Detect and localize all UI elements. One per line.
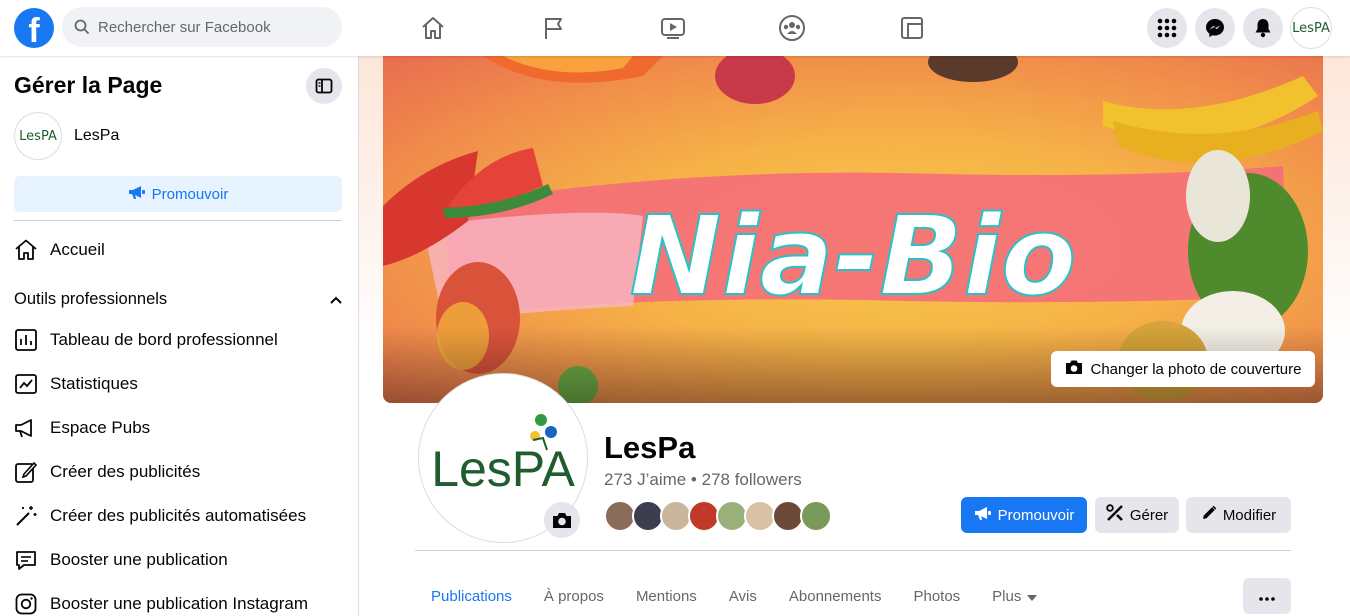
manage-label: Gérer [1129,506,1169,524]
sidebar-item-label: Créer des publicités [50,462,201,481]
sidebar-item-create-ads[interactable]: Créer des publicités [14,454,200,490]
page-title: LesPa [604,430,696,465]
sidebar-item-home[interactable]: Accueil [14,232,105,268]
megaphone-icon [974,505,992,525]
sidebar-item-label: Créer des publicités automatisées [50,506,307,525]
edit-button[interactable]: Modifier [1186,497,1291,533]
sidebar-divider [14,220,342,221]
tab-about[interactable]: À propos [528,576,620,616]
edit-label: Modifier [1222,506,1277,524]
sidebar-title: Gérer la Page [14,72,163,98]
tab-more[interactable]: Plus [976,576,1053,616]
tools-icon [1106,504,1124,526]
account-avatar[interactable]: LesPA [1290,7,1332,49]
magic-wand-icon [14,504,38,528]
business-tools-section-header[interactable]: Outils professionnels [14,288,342,310]
boost-post-icon [14,548,38,572]
menu-grid-icon[interactable] [1147,8,1187,48]
follower-avatars[interactable] [604,500,832,532]
sidebar-item-statistics[interactable]: Statistiques [14,366,138,402]
tab-more-label: Plus [992,587,1022,605]
sidebar-item-label: Booster une publication Instagram [50,594,308,613]
tab-subscriptions[interactable]: Abonnements [773,576,898,616]
megaphone-icon [128,184,146,204]
gaming-icon[interactable] [894,10,930,46]
sidebar-item-boost-post[interactable]: Booster une publication [14,542,228,578]
sidebar-item-label: Tableau de bord professionnel [50,330,278,349]
search-icon [74,19,90,40]
sidebar-item-automated-ads[interactable]: Créer des publicités automatisées [14,498,306,534]
statistics-icon [14,372,38,396]
home-outline-icon [14,238,38,262]
tabs-divider [415,550,1291,551]
cover-title-text: Nia-Bio [630,192,1077,320]
home-icon[interactable] [415,10,451,46]
sidebar-item-ads-space[interactable]: Espace Pubs [14,410,150,446]
manage-button[interactable]: Gérer [1095,497,1179,533]
section-title: Outils professionnels [14,289,168,308]
search-input[interactable] [98,7,334,47]
more-options-button[interactable] [1243,578,1291,614]
messenger-icon[interactable] [1195,8,1235,48]
pages-flag-icon[interactable] [536,10,572,46]
sidebar-promote-label: Promouvoir [151,185,229,203]
watch-video-icon[interactable] [655,10,691,46]
promote-label: Promouvoir [997,506,1075,524]
manage-page-sidebar: Gérer la Page LesPA LesPa Promouvoir Acc… [0,56,359,616]
facebook-logo[interactable]: f [14,8,54,48]
tab-mentions[interactable]: Mentions [620,576,713,616]
sidebar-page-name: LesPa [74,127,120,144]
search-box[interactable] [62,7,342,47]
sidebar-item-label: Booster une publication [50,550,228,569]
sidebar-collapse-icon[interactable] [306,68,342,104]
sidebar-item-label: Espace Pubs [50,418,151,437]
page-avatar: LesPA [14,112,62,160]
chevron-up-icon[interactable] [330,290,342,309]
notifications-bell-icon[interactable] [1243,8,1283,48]
caret-down-icon [1027,588,1038,605]
camera-icon [1065,359,1083,379]
tab-reviews[interactable]: Avis [713,576,773,616]
edit-pencil-icon [14,460,38,484]
megaphone-icon [14,416,38,440]
dashboard-icon [14,328,38,352]
sidebar-item-label: Statistiques [50,374,138,393]
top-navigation-bar: f LesPA [0,0,1350,56]
sidebar-item-dashboard[interactable]: Tableau de bord professionnel [14,322,278,358]
page-stats[interactable]: 273 J’aime • 278 followers [604,470,802,490]
change-cover-button[interactable]: Changer la photo de couverture [1051,351,1315,387]
ellipsis-icon [1259,588,1275,605]
sidebar-item-boost-instagram[interactable]: Booster une publication Instagram [14,586,308,616]
sidebar-home-label: Accueil [50,240,105,259]
tab-photos[interactable]: Photos [897,576,976,616]
tab-publications[interactable]: Publications [415,576,528,616]
instagram-icon [14,592,38,616]
groups-icon[interactable] [774,10,810,46]
profile-camera-icon[interactable] [544,502,580,538]
logo-text: LesPA [431,441,575,497]
promote-button[interactable]: Promouvoir [961,497,1087,533]
follower-avatar[interactable] [800,500,832,532]
page-tabs: Publications À propos Mentions Avis Abon… [415,576,1053,616]
page-main-area: Nia-Bio Changer la photo de couverture L… [359,56,1350,616]
sidebar-page-entry[interactable]: LesPA LesPa [14,112,119,160]
change-cover-label: Changer la photo de couverture [1090,360,1302,378]
cover-photo[interactable]: Nia-Bio Changer la photo de couverture [383,56,1323,403]
sidebar-promote-button[interactable]: Promouvoir [14,176,342,212]
edit-pencil-icon [1201,505,1217,525]
